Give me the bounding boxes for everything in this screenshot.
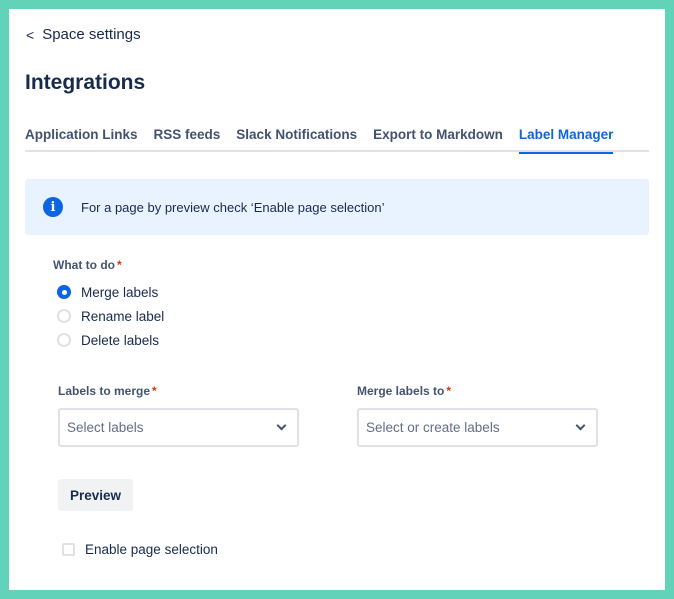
- labels-to-merge-label: Labels to merge *: [58, 384, 299, 398]
- required-mark: *: [116, 258, 122, 272]
- info-icon: i: [43, 197, 63, 217]
- select-placeholder: Select labels: [67, 420, 144, 435]
- tab-slack-notifications[interactable]: Slack Notifications: [236, 126, 357, 152]
- enable-page-selection-checkbox-row[interactable]: Enable page selection: [62, 542, 218, 557]
- info-banner-text: For a page by preview check ‘Enable page…: [81, 199, 385, 215]
- chevron-left-icon: <: [26, 26, 35, 43]
- settings-panel: < Space settings Integrations Applicatio…: [9, 9, 665, 590]
- radio-label: Merge labels: [81, 284, 159, 300]
- preview-button[interactable]: Preview: [58, 479, 134, 511]
- enable-page-selection-checkbox[interactable]: [62, 543, 75, 556]
- required-mark: *: [446, 384, 452, 398]
- what-to-do-label-text: What to do: [53, 258, 115, 272]
- labels-to-merge-field: Labels to merge * Select labels: [58, 384, 299, 447]
- merge-labels-to-label-text: Merge labels to: [357, 384, 445, 398]
- tab-label-manager[interactable]: Label Manager: [518, 126, 613, 154]
- what-to-do-label: What to do *: [53, 258, 122, 272]
- merge-labels-to-field: Merge labels to * Select or create labels: [357, 384, 598, 447]
- enable-page-selection-label: Enable page selection: [85, 542, 218, 557]
- radio-rename-label[interactable]: Rename label: [57, 304, 164, 328]
- select-placeholder: Select or create labels: [366, 420, 500, 435]
- radio-label: Rename label: [81, 308, 165, 324]
- back-link-label: Space settings: [42, 26, 141, 43]
- radio-label: Delete labels: [81, 332, 160, 348]
- radio-merge-labels[interactable]: Merge labels: [57, 280, 164, 304]
- radio-button[interactable]: [57, 309, 71, 323]
- back-to-space-settings-link[interactable]: < Space settings: [26, 26, 141, 43]
- labels-to-merge-select[interactable]: Select labels: [58, 408, 299, 447]
- tab-rss-feeds[interactable]: RSS feeds: [154, 126, 221, 152]
- radio-button[interactable]: [57, 333, 71, 347]
- info-banner: i For a page by preview check ‘Enable pa…: [25, 179, 649, 235]
- what-to-do-radio-group: Merge labels Rename label Delete labels: [57, 280, 164, 352]
- merge-labels-to-label: Merge labels to *: [357, 384, 598, 398]
- radio-button-checked[interactable]: [57, 285, 71, 299]
- tab-bar: Application Links RSS feeds Slack Notifi…: [25, 126, 649, 154]
- tab-export-to-markdown[interactable]: Export to Markdown: [373, 126, 503, 152]
- chevron-down-icon: [575, 420, 586, 431]
- merge-labels-to-select[interactable]: Select or create labels: [357, 408, 598, 447]
- tab-application-links[interactable]: Application Links: [25, 126, 138, 152]
- chevron-down-icon: [276, 420, 287, 431]
- labels-to-merge-label-text: Labels to merge: [58, 384, 151, 398]
- radio-delete-labels[interactable]: Delete labels: [57, 328, 164, 352]
- required-mark: *: [152, 384, 157, 398]
- page-title: Integrations: [25, 71, 146, 94]
